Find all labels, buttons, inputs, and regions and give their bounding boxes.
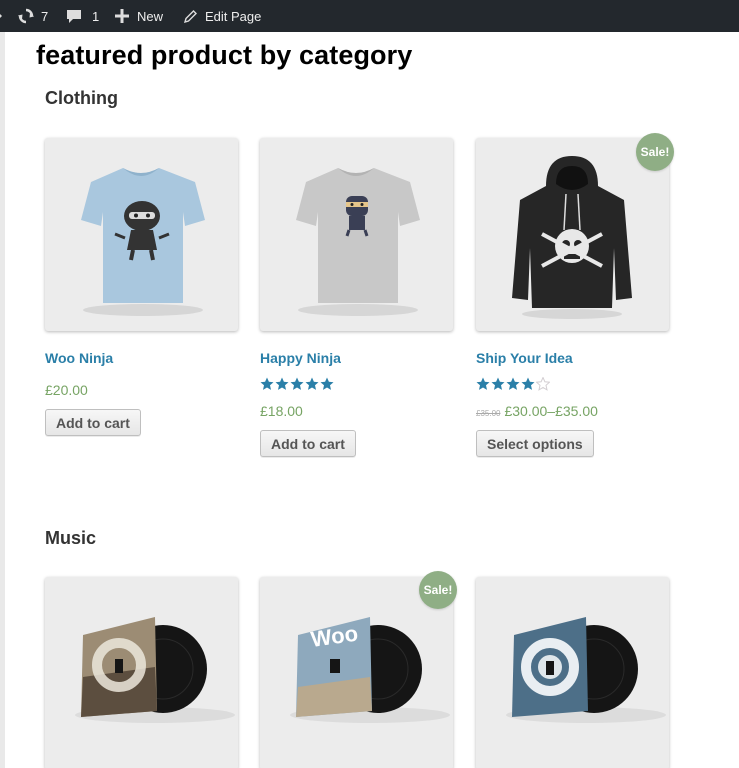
star-filled-icon [260, 377, 274, 390]
pencil-icon [183, 9, 197, 23]
product-card-album-woo: Woo Sale! [260, 571, 457, 768]
price-amount: £18.00 [260, 403, 303, 419]
product-image[interactable]: Woo [260, 577, 453, 768]
updates-menu[interactable]: 7 [17, 0, 48, 32]
new-content-menu[interactable]: New [115, 0, 163, 32]
star-rating-ship-your-idea [476, 377, 550, 391]
star-filled-icon [290, 377, 304, 390]
site-menu-edge[interactable] [0, 0, 4, 32]
comments-count: 1 [92, 8, 100, 24]
star-filled-icon [521, 377, 535, 390]
price-amount: £20.00 [45, 382, 88, 398]
star-filled-icon [305, 377, 319, 390]
product-price-happy-ninja: £18.00 [260, 403, 303, 419]
updates-icon [18, 8, 34, 24]
star-filled-icon [506, 377, 520, 390]
product-name-ship-your-idea[interactable]: Ship Your Idea [476, 350, 573, 366]
product-price-ship-your-idea: £35.00 £30.00–£35.00 [476, 403, 598, 419]
add-to-cart-button-woo-ninja[interactable]: Add to cart [45, 409, 141, 436]
vinyl-album-image [506, 617, 666, 723]
product-card-ship-your-idea: Sale! [476, 133, 674, 331]
black-hoodie-image [512, 156, 632, 319]
product-image[interactable] [476, 577, 669, 768]
star-filled-icon [491, 377, 505, 390]
product-card-woo-ninja [45, 138, 238, 331]
edit-page-label: Edit Page [205, 8, 262, 24]
light-blue-tshirt-image [81, 168, 205, 316]
select-options-button-ship-your-idea[interactable]: Select options [476, 430, 594, 457]
edit-page-link[interactable]: Edit Page [183, 0, 261, 32]
comments-menu[interactable]: 1 [66, 0, 99, 32]
product-name-woo-ninja[interactable]: Woo Ninja [45, 350, 113, 366]
new-label: New [137, 8, 164, 24]
section-title-clothing: Clothing [45, 88, 118, 108]
section-title-music: Music [45, 528, 97, 548]
sale-badge: Sale! [636, 133, 674, 171]
product-image[interactable] [476, 138, 669, 331]
star-filled-icon [476, 377, 490, 390]
add-to-cart-button-happy-ninja[interactable]: Add to cart [260, 430, 356, 457]
star-empty-icon [536, 377, 550, 391]
site-icon [0, 14, 2, 18]
price-range: £30.00–£35.00 [504, 403, 598, 419]
comment-icon [67, 9, 81, 23]
product-card-album-woothemes-blue [476, 577, 669, 768]
product-image[interactable] [45, 577, 238, 768]
product-card-album-woothemes [45, 577, 238, 768]
star-rating-happy-ninja [260, 377, 334, 391]
product-image[interactable] [260, 138, 453, 331]
product-image[interactable] [45, 138, 238, 331]
product-name-happy-ninja[interactable]: Happy Ninja [260, 350, 341, 366]
page-title: featured product by category [36, 40, 413, 70]
vinyl-album-image [75, 617, 235, 723]
grey-tshirt-image [296, 168, 420, 316]
admin-bar: 7 1 New Edit Page [0, 0, 739, 32]
product-card-happy-ninja [260, 138, 453, 331]
left-edge [0, 32, 5, 768]
star-filled-icon [275, 377, 289, 390]
old-price: £35.00 [476, 409, 501, 418]
product-price-woo-ninja: £20.00 [45, 382, 88, 398]
vinyl-album-image: Woo [290, 617, 450, 723]
updates-count: 7 [41, 8, 49, 24]
plus-icon [115, 9, 129, 23]
star-filled-icon [320, 377, 334, 390]
sale-badge: Sale! [419, 571, 457, 609]
